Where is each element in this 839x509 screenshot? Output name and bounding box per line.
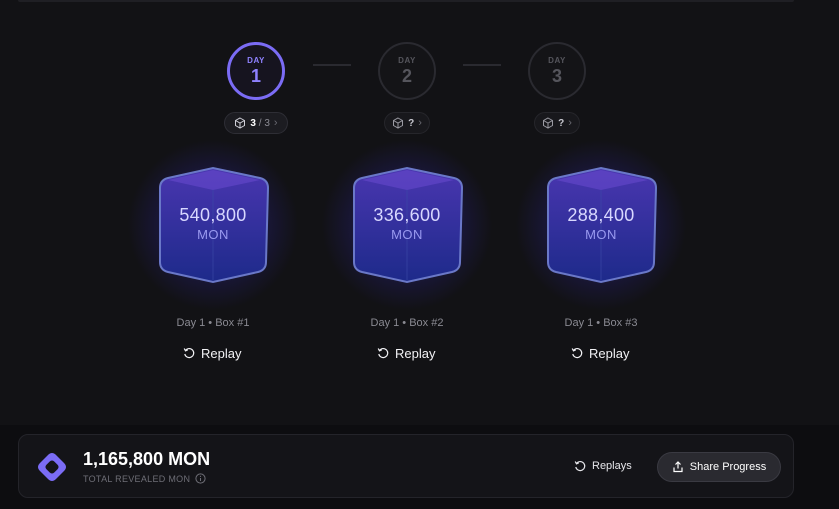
- box-amount: 288,400: [567, 205, 635, 225]
- box-card: 336,600 MON: [320, 140, 494, 310]
- day-number: 1: [250, 66, 261, 86]
- replay-icon: [571, 348, 583, 359]
- reveal-panel: DAY 1 DAY 2 DAY 3 3 / 3 › ? › ? › 540,80…: [0, 0, 839, 425]
- chevron-right-icon: ›: [568, 117, 572, 129]
- replay-button[interactable]: Replay: [183, 343, 241, 363]
- box-caption: Day 1 • Box #3: [564, 317, 638, 329]
- share-label: Share Progress: [689, 461, 767, 473]
- box-caption: Day 1 • Box #1: [176, 317, 250, 329]
- monad-logo: [38, 453, 66, 481]
- replay-label: Replay: [589, 345, 630, 361]
- replay-icon: [183, 348, 195, 359]
- day-1-step[interactable]: DAY 1: [227, 42, 285, 100]
- replays-label: Replays: [592, 460, 632, 472]
- day-number: 2: [401, 66, 412, 86]
- step-connector: [313, 64, 351, 66]
- total-revealed-value: 1,165,800 MON: [83, 449, 211, 469]
- total-label-text: TOTAL REVEALED MON: [83, 473, 191, 484]
- divider: [18, 0, 794, 2]
- share-progress-button[interactable]: Share Progress: [657, 452, 781, 482]
- box-amount: 336,600: [373, 205, 441, 225]
- replay-label: Replay: [395, 345, 436, 361]
- box-caption: Day 1 • Box #2: [370, 317, 444, 329]
- summary-bar: 1,165,800 MON TOTAL REVEALED MON Replays…: [18, 434, 794, 498]
- chevron-right-icon: ›: [418, 117, 422, 129]
- info-icon[interactable]: [195, 473, 206, 484]
- replay-label: Replay: [201, 345, 242, 361]
- box-count: ?: [408, 117, 415, 129]
- replay-button[interactable]: Replay: [571, 343, 629, 363]
- box-card: 288,400 MON: [514, 140, 688, 310]
- replay-icon: [574, 461, 586, 472]
- box-unit: MON: [197, 227, 229, 242]
- cube-icon: [393, 117, 404, 129]
- day-label: DAY: [548, 56, 566, 65]
- box-card: 540,800 MON: [126, 140, 300, 310]
- total-count: 3: [264, 117, 270, 129]
- replay-button[interactable]: Replay: [377, 343, 435, 363]
- day-3-box-count[interactable]: ? ›: [534, 112, 580, 134]
- day-label: DAY: [398, 56, 416, 65]
- box-count: ?: [558, 117, 565, 129]
- replays-button[interactable]: Replays: [574, 456, 632, 476]
- box-unit: MON: [585, 227, 617, 242]
- day-1-box-count[interactable]: 3 / 3 ›: [224, 112, 288, 134]
- day-2-step[interactable]: DAY 2: [378, 42, 436, 100]
- cube-icon: [235, 117, 246, 129]
- share-icon: [673, 461, 683, 473]
- replay-icon: [377, 348, 389, 359]
- day-number: 3: [551, 66, 562, 86]
- total-revealed-label: TOTAL REVEALED MON: [83, 473, 206, 484]
- cube-icon: [543, 117, 554, 129]
- box-unit: MON: [391, 227, 423, 242]
- day-3-step[interactable]: DAY 3: [528, 42, 586, 100]
- chevron-right-icon: ›: [273, 117, 278, 129]
- day-2-box-count[interactable]: ? ›: [384, 112, 430, 134]
- box-amount: 540,800: [179, 205, 247, 225]
- step-connector: [463, 64, 501, 66]
- day-label: DAY: [247, 56, 265, 65]
